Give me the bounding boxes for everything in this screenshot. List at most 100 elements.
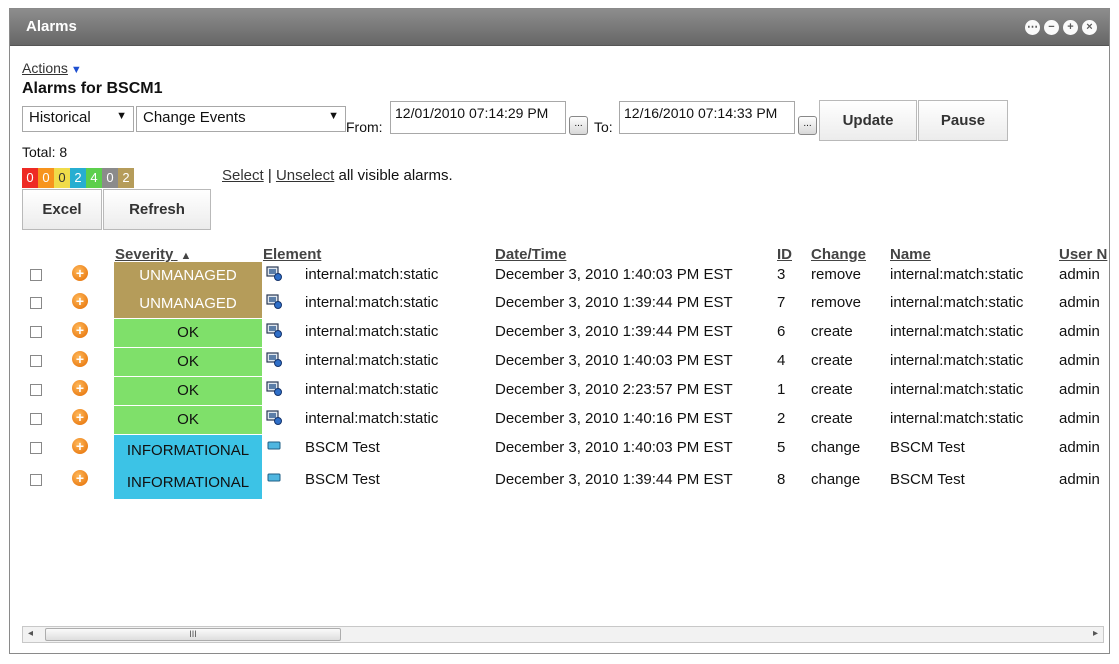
column-header-element[interactable]: Element — [263, 246, 321, 263]
mode-select-arrow-icon[interactable]: ▼ — [116, 110, 127, 122]
acknowledge-icon[interactable]: + — [72, 293, 88, 309]
column-header-id[interactable]: ID — [777, 246, 792, 263]
scrollbar-thumb[interactable]: III — [45, 628, 341, 641]
column-header-name[interactable]: Name — [890, 246, 931, 263]
datetime-cell: December 3, 2010 2:23:57 PM EST — [495, 381, 733, 398]
managed-element-icon — [266, 293, 282, 309]
name-cell: BSCM Test — [890, 471, 965, 488]
table-row[interactable]: + UNMANAGED internal:match:static December … — [10, 262, 1109, 290]
unselect-all-link[interactable]: Unselect — [276, 167, 334, 184]
user-cell: admin — [1059, 352, 1100, 369]
table-row[interactable]: + OK internal:match:static December 3, 2010… — [10, 348, 1109, 376]
severity-cell: OK — [114, 348, 262, 376]
element-cell[interactable]: BSCM Test — [305, 471, 380, 488]
window-more-icon[interactable]: ⋯ — [1025, 20, 1040, 35]
window-minimize-icon[interactable]: − — [1044, 20, 1059, 35]
severity-cell: OK — [114, 377, 262, 405]
select-all-link[interactable]: Select — [222, 167, 264, 184]
severity-cell: OK — [114, 406, 262, 434]
severity-cell: UNMANAGED — [114, 290, 262, 318]
id-cell: 3 — [777, 266, 786, 283]
acknowledge-icon[interactable]: + — [72, 438, 88, 454]
column-header-datetime[interactable]: Date/Time — [495, 246, 566, 263]
table-row[interactable]: + OK internal:match:static December 3, 2010… — [10, 319, 1109, 347]
column-header-user[interactable]: User N — [1059, 246, 1107, 263]
severity-cell: INFORMATIONAL — [114, 435, 262, 467]
element-cell[interactable]: internal:match:static — [305, 352, 438, 369]
element-cell[interactable]: internal:match:static — [305, 323, 438, 340]
change-cell: create — [811, 352, 853, 369]
user-cell: admin — [1059, 471, 1100, 488]
refresh-button[interactable]: Refresh — [103, 189, 211, 230]
row-checkbox[interactable] — [30, 297, 42, 309]
alarms-window: Alarms ⋯ − + × Actions ▼ Alarms for BSCM1… — [9, 8, 1110, 654]
actions-link[interactable]: Actions — [22, 60, 68, 76]
row-checkbox[interactable] — [30, 474, 42, 486]
name-cell: internal:match:static — [890, 410, 1024, 427]
update-button[interactable]: Update — [819, 100, 917, 141]
page-title: Alarms for BSCM1 — [22, 80, 163, 97]
acknowledge-icon[interactable]: + — [72, 470, 88, 486]
to-date-picker-button[interactable]: ... — [798, 116, 817, 135]
id-cell: 6 — [777, 323, 786, 340]
severity-cell: UNMANAGED — [114, 262, 262, 290]
table-row[interactable]: + UNMANAGED internal:match:static December … — [10, 290, 1109, 318]
window-close-icon[interactable]: × — [1082, 20, 1097, 35]
row-checkbox[interactable] — [30, 326, 42, 338]
alarms-table-body: + UNMANAGED internal:match:static December … — [10, 262, 1109, 512]
acknowledge-icon[interactable]: + — [72, 351, 88, 367]
acknowledge-icon[interactable]: + — [72, 380, 88, 396]
monitor-element-icon — [266, 438, 282, 454]
table-row[interactable]: + INFORMATIONAL BSCM Test December 3, 2010 … — [10, 435, 1109, 467]
from-date-picker-button[interactable]: ... — [569, 116, 588, 135]
change-cell: change — [811, 471, 861, 488]
managed-element-icon — [266, 322, 282, 338]
id-cell: 4 — [777, 352, 786, 369]
element-cell[interactable]: internal:match:static — [305, 381, 438, 398]
user-cell: admin — [1059, 266, 1100, 283]
table-row[interactable]: + OK internal:match:static December 3, 2010… — [10, 377, 1109, 405]
datetime-cell: December 3, 2010 1:39:44 PM EST — [495, 471, 733, 488]
row-checkbox[interactable] — [30, 355, 42, 367]
mode-select[interactable]: Historical ▼ — [22, 106, 134, 132]
scroll-left-icon[interactable]: ◂ — [28, 628, 33, 639]
managed-element-icon — [266, 351, 282, 367]
event-type-select-arrow-icon[interactable]: ▼ — [328, 110, 339, 122]
acknowledge-icon[interactable]: + — [72, 409, 88, 425]
to-date-input[interactable]: 12/16/2010 07:14:33 PM — [619, 101, 795, 134]
scroll-right-icon[interactable]: ▸ — [1093, 628, 1098, 639]
severity-cell: INFORMATIONAL — [114, 467, 262, 499]
row-checkbox[interactable] — [30, 269, 42, 281]
column-header-severity[interactable]: Severity ▲ — [115, 246, 191, 263]
selection-separator: | — [267, 167, 272, 184]
element-cell[interactable]: internal:match:static — [305, 294, 438, 311]
acknowledge-icon[interactable]: + — [72, 265, 88, 281]
table-row[interactable]: + OK internal:match:static December 3, 2010… — [10, 406, 1109, 434]
window-controls: ⋯ − + × — [1025, 20, 1097, 35]
id-cell: 2 — [777, 410, 786, 427]
row-checkbox[interactable] — [30, 442, 42, 454]
excel-button[interactable]: Excel — [22, 189, 102, 230]
from-date-input[interactable]: 12/01/2010 07:14:29 PM — [390, 101, 566, 134]
element-cell[interactable]: internal:match:static — [305, 266, 438, 283]
row-checkbox[interactable] — [30, 384, 42, 396]
change-cell: remove — [811, 294, 862, 311]
datetime-cell: December 3, 2010 1:39:44 PM EST — [495, 323, 733, 340]
table-row[interactable]: + INFORMATIONAL BSCM Test December 3, 2010 … — [10, 467, 1109, 499]
severity-counts: 0002402 — [22, 168, 134, 188]
event-type-select[interactable]: Change Events ▼ — [136, 106, 346, 132]
acknowledge-icon[interactable]: + — [72, 322, 88, 338]
actions-menu[interactable]: Actions ▼ — [22, 60, 82, 76]
element-cell[interactable]: internal:match:static — [305, 410, 438, 427]
row-checkbox[interactable] — [30, 413, 42, 425]
horizontal-scrollbar[interactable]: ◂ III ▸ — [22, 626, 1104, 643]
total-count: Total: 8 — [22, 144, 68, 160]
actions-caret-icon[interactable]: ▼ — [71, 64, 82, 76]
element-cell[interactable]: BSCM Test — [305, 439, 380, 456]
from-label: From: — [346, 119, 383, 135]
user-cell: admin — [1059, 323, 1100, 340]
pause-button[interactable]: Pause — [918, 100, 1008, 141]
window-maximize-icon[interactable]: + — [1063, 20, 1078, 35]
column-header-change[interactable]: Change — [811, 246, 866, 263]
severity-count: 0 — [38, 168, 54, 188]
